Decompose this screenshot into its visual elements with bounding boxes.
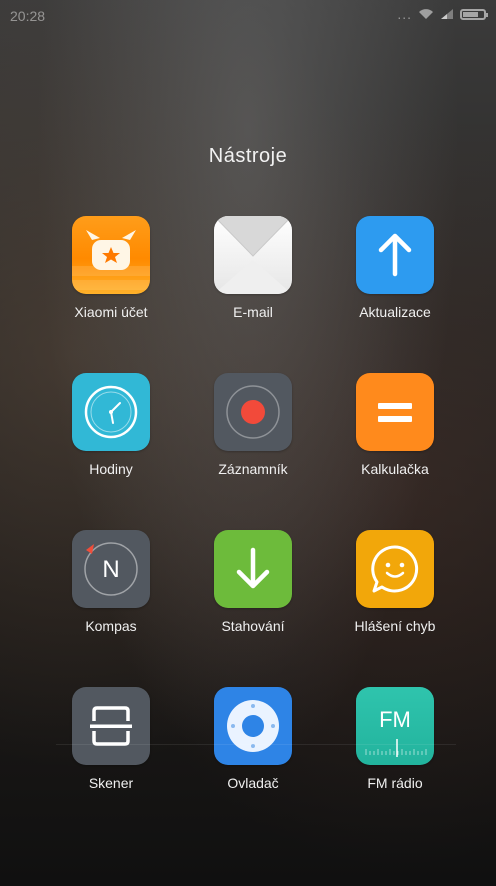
app-update[interactable]: Aktualizace: [324, 216, 466, 320]
recorder-icon: [214, 373, 292, 451]
folder-divider: [56, 744, 456, 745]
app-calculator[interactable]: Kalkulačka: [324, 373, 466, 477]
app-grid: Xiaomi účet E-mail Aktualizace Hodiny Zá…: [40, 216, 466, 791]
app-label: Kompas: [85, 618, 137, 634]
app-label: Hlášení chyb: [354, 618, 436, 634]
fm-radio-icon: FM: [356, 687, 434, 765]
bug-report-icon: [356, 530, 434, 608]
clock-icon: [72, 373, 150, 451]
fm-icon-text: FM: [379, 707, 411, 732]
wifi-icon: [419, 9, 433, 19]
app-xiaomi-account[interactable]: Xiaomi účet: [40, 216, 182, 320]
app-label: Xiaomi účet: [74, 304, 148, 320]
app-label: Skener: [88, 775, 134, 791]
download-icon: [214, 530, 292, 608]
app-label: Aktualizace: [359, 304, 431, 320]
calculator-icon: [356, 373, 434, 451]
app-label: FM rádio: [367, 775, 423, 791]
folder-title[interactable]: Nástroje: [0, 145, 496, 168]
notification-dots: ...: [397, 6, 412, 22]
app-label: Hodiny: [89, 461, 133, 477]
scanner-icon: [72, 687, 150, 765]
app-clock[interactable]: Hodiny: [40, 373, 182, 477]
app-remote[interactable]: Ovladač: [182, 687, 324, 791]
app-compass[interactable]: N Kompas: [40, 530, 182, 634]
xiaomi-account-icon: [72, 216, 150, 294]
compass-icon: N: [72, 530, 150, 608]
home-screen-folder: 20:28 ... Nástroje Xiaomi účet E-mail Ak…: [0, 0, 496, 886]
signal-icon: [441, 9, 453, 19]
app-fm-radio[interactable]: FM FM rádio: [324, 687, 466, 791]
update-icon: [356, 216, 434, 294]
compass-letter: N: [102, 556, 119, 583]
app-label: Ovladač: [227, 775, 279, 791]
app-bug-report[interactable]: Hlášení chyb: [324, 530, 466, 634]
remote-icon: [214, 687, 292, 765]
status-bar: 20:28 ...: [0, 0, 496, 30]
app-scanner[interactable]: Skener: [40, 687, 182, 791]
app-label: Záznamník: [218, 461, 288, 477]
app-email[interactable]: E-mail: [182, 216, 324, 320]
app-recorder[interactable]: Záznamník: [182, 373, 324, 477]
app-download[interactable]: Stahování: [182, 530, 324, 634]
battery-icon: [460, 8, 488, 20]
app-label: E-mail: [233, 304, 273, 320]
status-icons: ...: [397, 6, 488, 22]
app-label: Kalkulačka: [361, 461, 429, 477]
status-time: 20:28: [10, 8, 46, 24]
app-label: Stahování: [221, 618, 285, 634]
email-icon: [214, 216, 292, 294]
